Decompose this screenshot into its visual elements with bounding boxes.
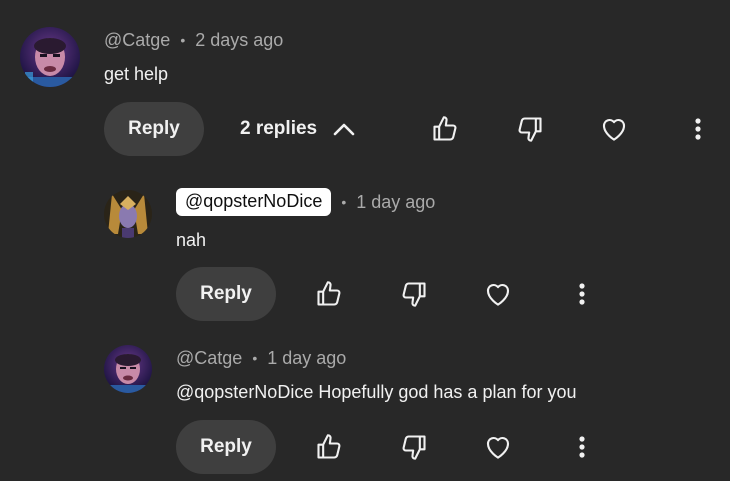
heart-icon [599, 114, 629, 144]
more-icon [694, 117, 702, 141]
comment-meta: @Catge • 2 days ago [104, 28, 283, 52]
reply-meta: @Catge • 1 day ago [176, 346, 346, 370]
timestamp[interactable]: 1 day ago [267, 348, 346, 369]
comment-text: get help [104, 64, 169, 84]
avatar[interactable] [104, 190, 152, 238]
like-button[interactable] [427, 111, 463, 147]
like-icon [315, 280, 343, 308]
more-options-button[interactable] [564, 276, 600, 312]
reply-text: nah [176, 230, 207, 250]
like-icon [315, 433, 343, 461]
heart-icon [483, 432, 513, 462]
reply-text: @qopsterNoDice Hopefully god has a plan … [176, 382, 577, 402]
more-icon [578, 282, 586, 306]
more-options-button[interactable] [680, 111, 716, 147]
separator-dot: • [252, 350, 258, 366]
like-button[interactable] [311, 276, 347, 312]
dislike-button[interactable] [396, 276, 432, 312]
reply-button[interactable]: Reply [176, 267, 276, 321]
timestamp[interactable]: 1 day ago [356, 192, 435, 213]
timestamp[interactable]: 2 days ago [195, 30, 283, 51]
avatar[interactable] [20, 27, 80, 87]
heart-button[interactable] [480, 429, 516, 465]
heart-icon [483, 279, 513, 309]
author-name[interactable]: @qopsterNoDice [176, 188, 332, 216]
separator-dot: • [180, 32, 186, 48]
author-name[interactable]: @Catge [176, 348, 242, 369]
dislike-button[interactable] [512, 111, 548, 147]
author-name[interactable]: @Catge [104, 30, 170, 51]
chevron-up-icon [333, 122, 355, 136]
replies-toggle[interactable]: 2 replies [240, 116, 355, 142]
dislike-icon [400, 280, 428, 308]
like-icon [431, 115, 459, 143]
dislike-icon [516, 115, 544, 143]
more-icon [578, 435, 586, 459]
replies-count-label: 2 replies [240, 118, 318, 139]
reply-meta: @qopsterNoDice • 1 day ago [176, 187, 435, 217]
reply-button[interactable]: Reply [176, 420, 276, 474]
heart-button[interactable] [596, 111, 632, 147]
heart-button[interactable] [480, 276, 516, 312]
dislike-button[interactable] [396, 429, 432, 465]
reply-button[interactable]: Reply [104, 102, 204, 156]
separator-dot: • [341, 194, 347, 210]
dislike-icon [400, 433, 428, 461]
avatar[interactable] [104, 345, 152, 393]
like-button[interactable] [311, 429, 347, 465]
more-options-button[interactable] [564, 429, 600, 465]
